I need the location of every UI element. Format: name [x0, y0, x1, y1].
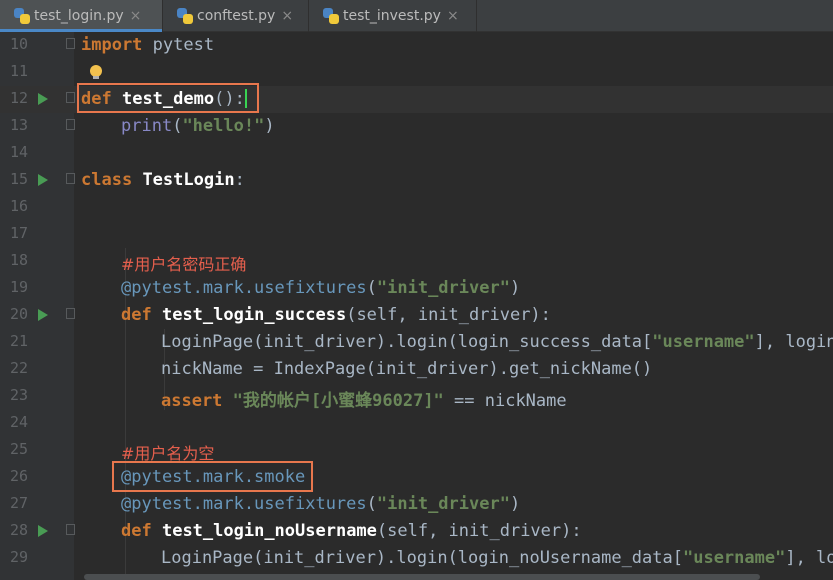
fold-icon[interactable] [66, 119, 75, 130]
close-icon[interactable]: × [281, 8, 293, 24]
line-number: 22 [9, 359, 28, 377]
highlight-box [112, 461, 313, 492]
line-number: 27 [9, 494, 28, 512]
code-line: 19 @pytest.mark.usefixtures("init_driver… [0, 275, 833, 302]
line-number: 23 [9, 386, 28, 404]
python-file-icon [14, 8, 30, 24]
python-file-icon [177, 8, 193, 24]
code-text: LoginPage(init_driver).login(login_noUse… [161, 548, 833, 568]
fold-icon[interactable] [66, 38, 75, 49]
line-number: 10 [9, 35, 28, 53]
code-text: def test_login_noUsername(self, init_dri… [121, 521, 582, 541]
line-number: 25 [9, 440, 28, 458]
code-line: 21 LoginPage(init_driver).login(login_su… [0, 329, 833, 356]
close-icon[interactable]: × [130, 8, 142, 24]
highlight-box [77, 83, 259, 113]
code-line: 10 import pytest [0, 32, 833, 59]
code-line: 29 LoginPage(init_driver).login(login_no… [0, 545, 833, 572]
run-gutter-icon[interactable] [38, 174, 48, 186]
code-line: 13 print("hello!") [0, 113, 833, 140]
lightbulb-icon[interactable] [90, 65, 102, 79]
code-line: 20 def test_login_success(self, init_dri… [0, 302, 833, 329]
code-line: 22 nickName = IndexPage(init_driver).get… [0, 356, 833, 383]
line-number: 19 [9, 278, 28, 296]
horizontal-scrollbar[interactable] [84, 574, 760, 580]
code-line: 28 def test_login_noUsername(self, init_… [0, 518, 833, 545]
line-number: 24 [9, 413, 28, 431]
run-gutter-icon[interactable] [38, 309, 48, 321]
tab-label: test_invest.py [343, 8, 441, 24]
tab-test-login[interactable]: test_login.py × [0, 0, 163, 32]
line-number: 14 [9, 143, 28, 161]
tab-test-invest[interactable]: test_invest.py × [309, 0, 477, 32]
code-line: 14 [0, 140, 833, 167]
code-line: 11 [0, 59, 833, 86]
line-number: 15 [9, 170, 28, 188]
line-number: 29 [9, 548, 28, 566]
line-number: 20 [9, 305, 28, 323]
code-text: LoginPage(init_driver).login(login_succe… [161, 332, 833, 352]
tab-label: test_login.py [34, 8, 124, 24]
fold-icon[interactable] [66, 92, 75, 103]
code-line: 18 #用户名密码正确 [0, 248, 833, 275]
code-text: @pytest.mark.usefixtures("init_driver") [121, 278, 521, 298]
fold-icon[interactable] [66, 173, 75, 184]
line-number: 18 [9, 251, 28, 269]
code-line: 23 assert "我的帐户[小蜜蜂96027]" == nickName [0, 383, 833, 411]
code-editor[interactable]: 10 import pytest 11 12 def test_demo(): … [0, 32, 833, 580]
code-text: assert "我的帐户[小蜜蜂96027]" == nickName [161, 391, 567, 411]
code-line: 16 [0, 194, 833, 221]
close-icon[interactable]: × [447, 8, 459, 24]
code-text: @pytest.mark.usefixtures("init_driver") [121, 494, 521, 514]
editor-tab-bar: test_login.py × conftest.py × test_inves… [0, 0, 833, 32]
line-number: 17 [9, 224, 28, 242]
python-file-icon [323, 8, 339, 24]
code-line: 24 [0, 410, 833, 437]
line-number: 11 [9, 62, 28, 80]
tab-label: conftest.py [197, 8, 276, 24]
code-comment: #用户名密码正确 [121, 255, 247, 274]
line-number: 21 [9, 332, 28, 350]
line-number: 26 [9, 467, 28, 485]
line-number: 12 [9, 89, 28, 107]
code-text: def test_login_success(self, init_driver… [121, 305, 551, 325]
code-text: nickName = IndexPage(init_driver).get_ni… [161, 359, 653, 379]
tab-conftest[interactable]: conftest.py × [163, 0, 309, 32]
fold-icon[interactable] [66, 524, 75, 535]
code-line: 17 [0, 221, 833, 248]
line-number: 16 [9, 197, 28, 215]
line-number: 13 [9, 116, 28, 134]
line-number: 28 [9, 521, 28, 539]
code-line: 27 @pytest.mark.usefixtures("init_driver… [0, 491, 833, 518]
run-gutter-icon[interactable] [38, 93, 48, 105]
code-text: import pytest [81, 35, 215, 55]
code-text: class TestLogin: [81, 170, 245, 190]
run-gutter-icon[interactable] [38, 525, 48, 537]
code-line: 25 #用户名为空 [0, 437, 833, 464]
fold-icon[interactable] [66, 308, 75, 319]
code-line: 15 class TestLogin: [0, 167, 833, 194]
code-text: print("hello!") [121, 116, 275, 136]
